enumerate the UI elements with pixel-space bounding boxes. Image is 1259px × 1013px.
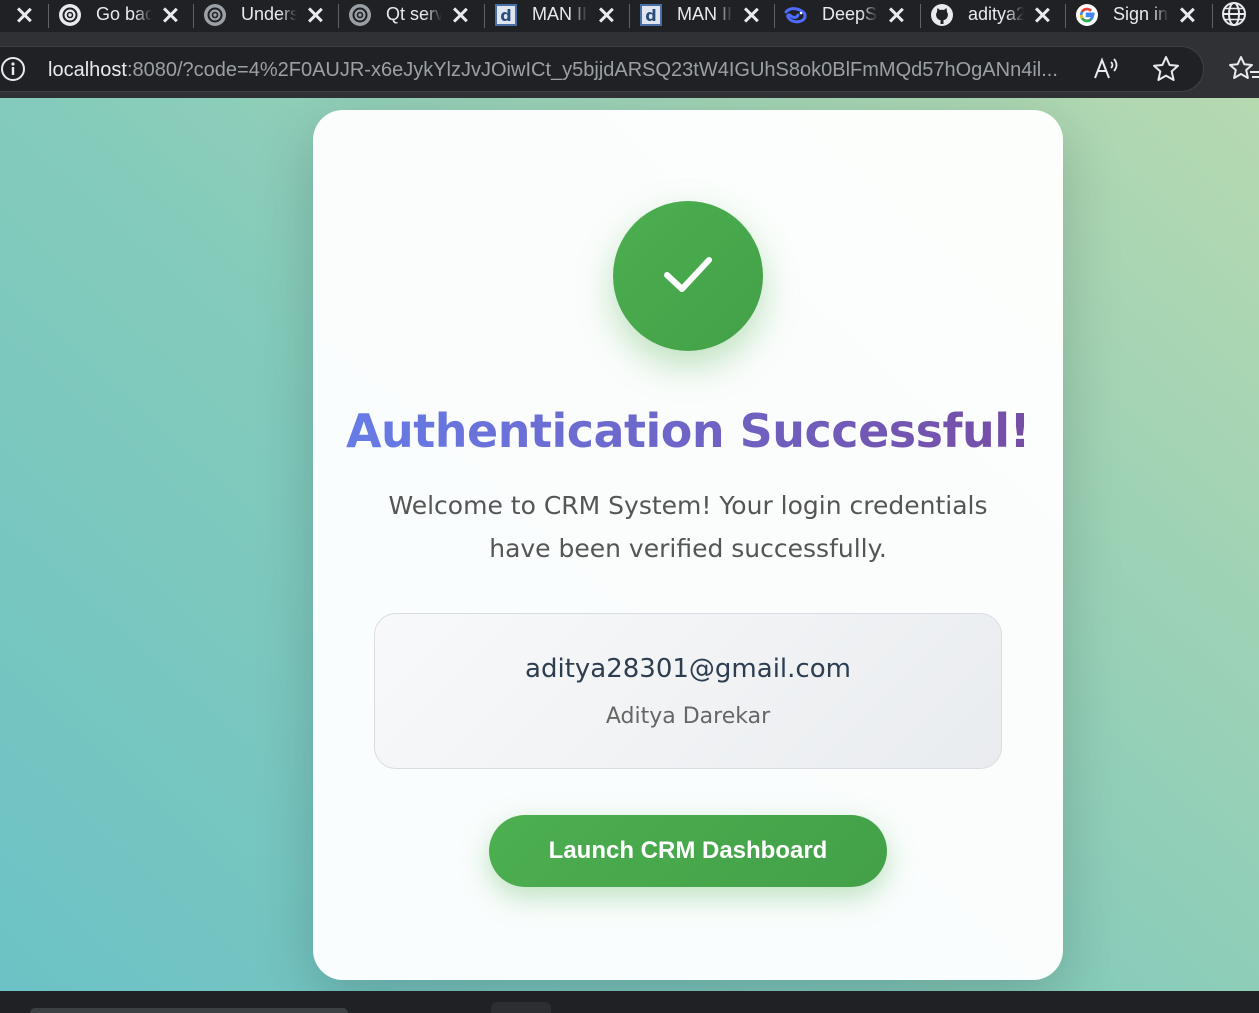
- tab-label: MAN II: [677, 4, 733, 24]
- welcome-message: Welcome to CRM System! Your login creden…: [388, 491, 988, 563]
- tab-separator: [629, 4, 630, 28]
- chatgpt-icon: [203, 3, 227, 27]
- tab-github[interactable]: aditya28301: [920, 0, 1065, 30]
- user-name: Aditya Darekar: [605, 704, 771, 729]
- user-email: aditya28301@gmail.com: [525, 654, 851, 684]
- d-site-icon: d: [494, 3, 518, 27]
- success-badge: [613, 201, 763, 351]
- page-title: Authentication Successful!: [313, 400, 1063, 462]
- tab-separator: [48, 4, 49, 28]
- tab-strip: Go back Understand Qt server d MAN II d …: [0, 0, 1259, 32]
- tab-label: MAN II: [532, 4, 588, 24]
- close-tab-icon[interactable]: [596, 5, 616, 25]
- url-text[interactable]: localhost:8080/?code=4%2F0AUJR-x6eJykYlz…: [48, 57, 1068, 83]
- user-info-box: aditya28301@gmail.com Aditya Darekar: [374, 613, 1002, 769]
- d-site-icon: d: [639, 3, 663, 27]
- tab-separator: [1212, 4, 1213, 28]
- close-tab-icon[interactable]: [741, 5, 761, 25]
- close-tab-icon[interactable]: [886, 5, 906, 25]
- close-tab-icon[interactable]: [450, 5, 470, 25]
- taskbar-edge: [0, 991, 1259, 1013]
- site-info-icon[interactable]: [0, 56, 26, 82]
- tab-separator: [1065, 4, 1066, 28]
- page-viewport: Authentication Successful! Welcome to CR…: [0, 98, 1259, 991]
- tab-sign-in[interactable]: Sign in: [1065, 0, 1210, 30]
- tab-separator: [338, 4, 339, 28]
- tab-label: Go back: [96, 4, 152, 24]
- taskbar-item: [491, 1002, 551, 1013]
- url-rest: :8080/?code=4%2F0AUJR-x6eJykYlzJvJOiwICt…: [126, 59, 1058, 81]
- svg-text:d: d: [500, 6, 511, 25]
- tab-label: DeepSeek: [822, 4, 878, 24]
- tab-separator: [920, 4, 921, 28]
- deepseek-icon: [784, 3, 808, 27]
- chatgpt-icon: [58, 3, 82, 27]
- checkmark-icon: [660, 246, 716, 306]
- globe-icon: [1221, 1, 1247, 31]
- tab-qt-server[interactable]: Qt server: [338, 0, 483, 30]
- tab-man-ii-2[interactable]: d MAN II: [629, 0, 774, 30]
- url-host: localhost: [48, 59, 127, 81]
- tab-separator: [774, 4, 775, 28]
- tab-label: aditya28301: [968, 4, 1024, 24]
- new-tab-globe-button[interactable]: [1208, 0, 1259, 32]
- tab-label: Qt server: [386, 4, 442, 24]
- tab-go-back[interactable]: Go back: [48, 0, 193, 30]
- tab-understand[interactable]: Understand: [193, 0, 338, 30]
- close-tab-icon[interactable]: [1032, 5, 1052, 25]
- tab-separator: [484, 4, 485, 28]
- auth-success-card: Authentication Successful! Welcome to CR…: [313, 110, 1063, 980]
- google-icon: [1075, 3, 1099, 27]
- close-tab-icon[interactable]: [160, 5, 180, 25]
- tab-deepseek[interactable]: DeepSeek: [774, 0, 919, 30]
- tab-label: Understand: [241, 4, 297, 24]
- tab-man-ii-1[interactable]: d MAN II: [484, 0, 629, 30]
- read-aloud-icon[interactable]: [1092, 56, 1120, 82]
- tab-label: Sign in: [1113, 4, 1169, 24]
- taskbar-item: [30, 1008, 348, 1013]
- favorite-star-icon[interactable]: [1151, 55, 1181, 83]
- close-tab-icon[interactable]: [305, 5, 325, 25]
- svg-text:d: d: [645, 6, 656, 25]
- close-tab-icon[interactable]: [1177, 5, 1197, 25]
- close-tab-icon[interactable]: [14, 5, 34, 25]
- favorites-list-icon[interactable]: [1228, 55, 1259, 83]
- github-icon: [930, 3, 954, 27]
- launch-crm-dashboard-button[interactable]: Launch CRM Dashboard: [489, 815, 887, 887]
- tab-separator: [193, 4, 194, 28]
- chatgpt-icon: [348, 3, 372, 27]
